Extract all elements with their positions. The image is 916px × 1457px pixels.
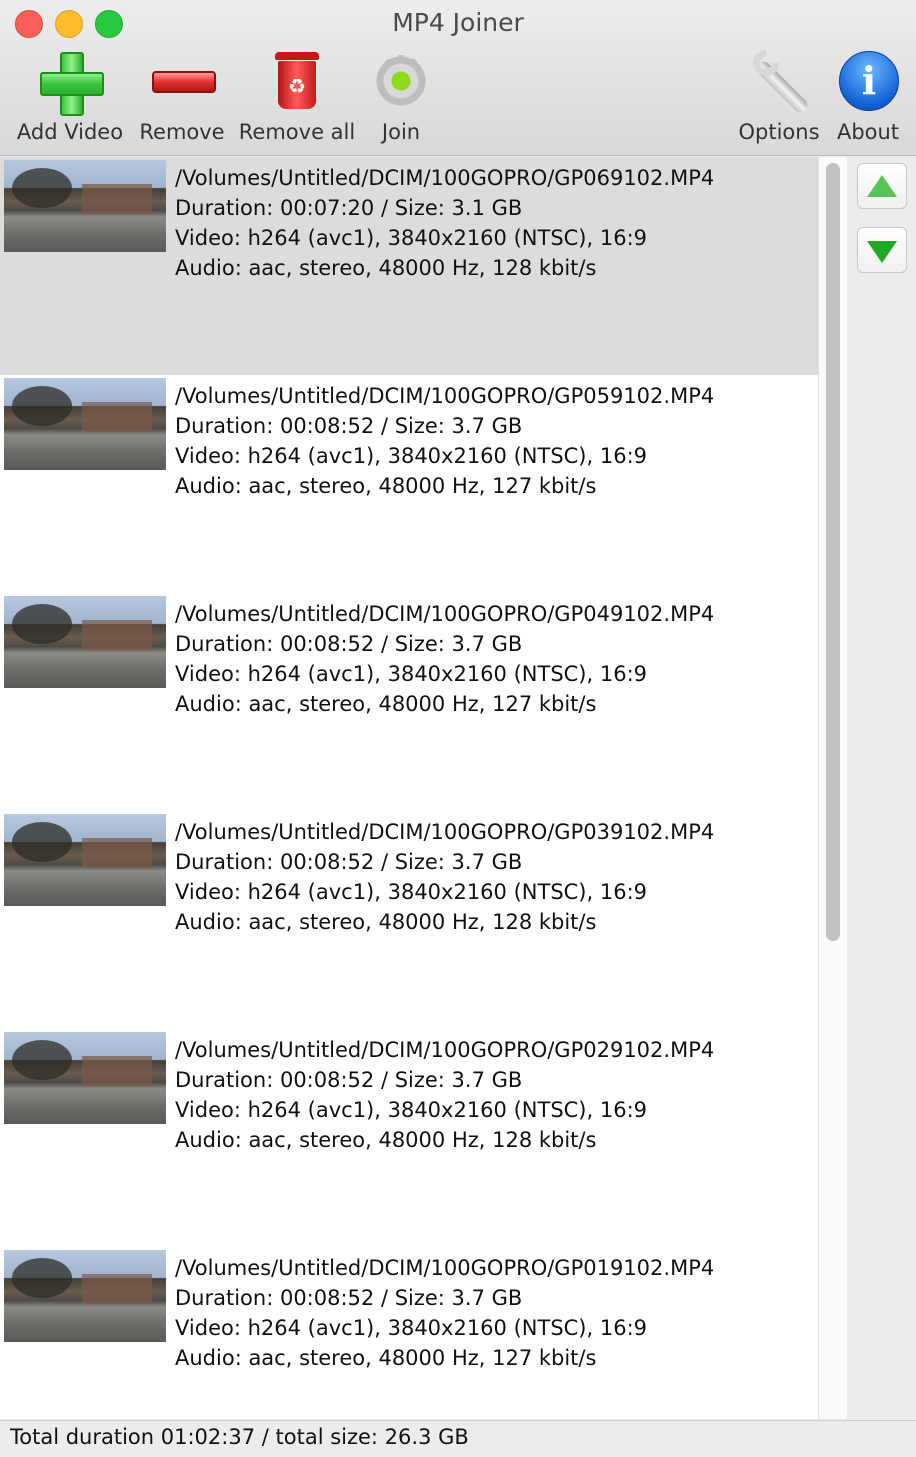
plus-icon: [38, 48, 104, 118]
arrow-down-icon: [867, 241, 897, 263]
file-list-item[interactable]: /Volumes/Untitled/DCIM/100GOPRO/GP059102…: [0, 375, 818, 593]
file-list-item[interactable]: /Volumes/Untitled/DCIM/100GOPRO/GP049102…: [0, 593, 818, 811]
app-window: MP4 Joiner Add Video Remove ♻ Remove all…: [0, 0, 916, 1457]
trash-icon: ♻: [272, 48, 322, 118]
file-list-item[interactable]: /Volumes/Untitled/DCIM/100GOPRO/GP019102…: [0, 1247, 818, 1419]
file-path: /Volumes/Untitled/DCIM/100GOPRO/GP019102…: [175, 1256, 715, 1280]
remove-all-button[interactable]: ♻ Remove all: [238, 48, 356, 144]
video-thumbnail: [4, 378, 166, 470]
file-duration-size: Duration: 00:07:20 / Size: 3.1 GB: [175, 196, 523, 220]
about-label: About: [836, 120, 900, 144]
file-duration-size: Duration: 00:08:52 / Size: 3.7 GB: [175, 1286, 523, 1310]
file-video-info: Video: h264 (avc1), 3840x2160 (NTSC), 16…: [175, 1316, 648, 1340]
file-duration-size: Duration: 00:08:52 / Size: 3.7 GB: [175, 632, 523, 656]
file-video-info: Video: h264 (avc1), 3840x2160 (NTSC), 16…: [175, 880, 648, 904]
file-audio-info: Audio: aac, stereo, 48000 Hz, 128 kbit/s: [175, 910, 597, 934]
file-duration-size: Duration: 00:08:52 / Size: 3.7 GB: [175, 1068, 523, 1092]
status-text: Total duration 01:02:37 / total size: 26…: [10, 1425, 469, 1449]
add-video-button[interactable]: Add Video: [14, 48, 126, 144]
options-button[interactable]: Options: [736, 44, 822, 144]
video-thumbnail: [4, 1250, 166, 1342]
file-path: /Volumes/Untitled/DCIM/100GOPRO/GP029102…: [175, 1038, 715, 1062]
file-audio-info: Audio: aac, stereo, 48000 Hz, 127 kbit/s: [175, 474, 597, 498]
move-down-button[interactable]: [857, 227, 907, 273]
file-path: /Volumes/Untitled/DCIM/100GOPRO/GP039102…: [175, 820, 715, 844]
add-video-label: Add Video: [16, 120, 124, 144]
file-path: /Volumes/Untitled/DCIM/100GOPRO/GP069102…: [175, 166, 715, 190]
video-thumbnail: [4, 814, 166, 906]
file-path: /Volumes/Untitled/DCIM/100GOPRO/GP059102…: [175, 384, 715, 408]
file-video-info: Video: h264 (avc1), 3840x2160 (NTSC), 16…: [175, 1098, 648, 1122]
toolbar: MP4 Joiner Add Video Remove ♻ Remove all…: [0, 0, 916, 156]
file-video-info: Video: h264 (avc1), 3840x2160 (NTSC), 16…: [175, 662, 648, 686]
scrollbar-thumb[interactable]: [826, 163, 840, 941]
file-audio-info: Audio: aac, stereo, 48000 Hz, 127 kbit/s: [175, 692, 597, 716]
file-path: /Volumes/Untitled/DCIM/100GOPRO/GP049102…: [175, 602, 715, 626]
options-label: Options: [738, 120, 820, 144]
video-thumbnail: [4, 160, 166, 252]
wrench-icon: [747, 44, 811, 118]
window-title: MP4 Joiner: [392, 8, 524, 37]
status-bar: Total duration 01:02:37 / total size: 26…: [0, 1420, 916, 1457]
join-label: Join: [381, 120, 421, 144]
file-list-item[interactable]: /Volumes/Untitled/DCIM/100GOPRO/GP069102…: [0, 157, 818, 375]
file-audio-info: Audio: aac, stereo, 48000 Hz, 128 kbit/s: [175, 1128, 597, 1152]
about-button[interactable]: i About: [834, 48, 902, 144]
file-video-info: Video: h264 (avc1), 3840x2160 (NTSC), 16…: [175, 444, 648, 468]
remove-label: Remove: [139, 120, 225, 144]
remove-button[interactable]: Remove: [138, 48, 226, 144]
gear-icon: ⚙: [369, 48, 433, 118]
move-up-button[interactable]: [857, 163, 907, 209]
file-list-item[interactable]: /Volumes/Untitled/DCIM/100GOPRO/GP039102…: [0, 811, 818, 1029]
arrow-up-icon: [867, 175, 897, 197]
remove-all-label: Remove all: [238, 120, 356, 144]
file-audio-info: Audio: aac, stereo, 48000 Hz, 127 kbit/s: [175, 1346, 597, 1370]
file-video-info: Video: h264 (avc1), 3840x2160 (NTSC), 16…: [175, 226, 648, 250]
file-audio-info: Audio: aac, stereo, 48000 Hz, 128 kbit/s: [175, 256, 597, 280]
file-duration-size: Duration: 00:08:52 / Size: 3.7 GB: [175, 414, 523, 438]
file-list[interactable]: /Volumes/Untitled/DCIM/100GOPRO/GP069102…: [0, 157, 818, 1419]
minus-icon: [150, 48, 216, 118]
video-thumbnail: [4, 596, 166, 688]
video-thumbnail: [4, 1032, 166, 1124]
info-icon: i: [838, 48, 899, 118]
join-button[interactable]: ⚙ Join: [366, 48, 436, 144]
file-duration-size: Duration: 00:08:52 / Size: 3.7 GB: [175, 850, 523, 874]
file-list-item[interactable]: /Volumes/Untitled/DCIM/100GOPRO/GP029102…: [0, 1029, 818, 1247]
